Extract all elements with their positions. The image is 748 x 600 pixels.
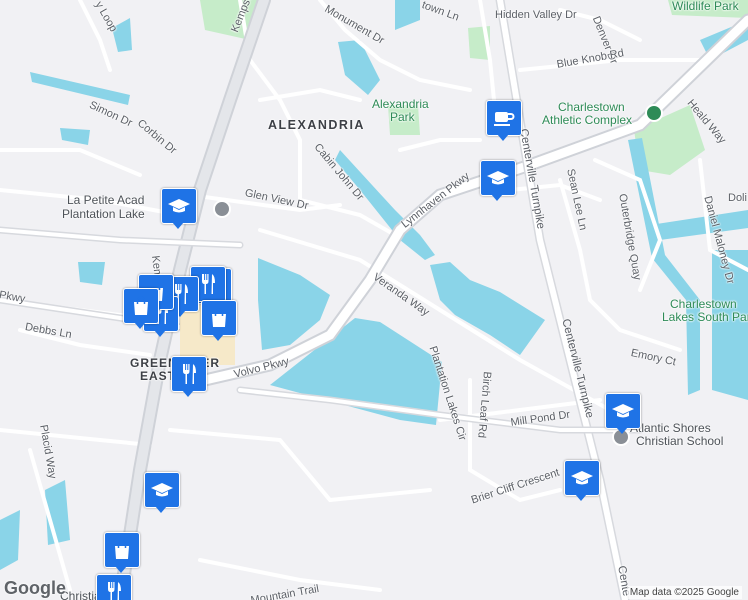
- area-label-alexandria: ALEXANDRIA: [268, 118, 365, 132]
- pin-shopping-2[interactable]: [123, 288, 159, 329]
- shopping-bag-icon: [212, 308, 226, 327]
- pond-sw: [0, 510, 20, 570]
- place-label-alexandria-park-1[interactable]: Alexandria: [372, 98, 429, 110]
- fork-knife-icon: [108, 582, 121, 600]
- canal-simon: [30, 72, 130, 105]
- place-label-christia[interactable]: Christia: [60, 590, 101, 600]
- graduation-cap-icon: [487, 171, 509, 185]
- graduation-cap-icon: [168, 199, 190, 213]
- fork-knife-icon: [183, 364, 196, 384]
- canal-e: [650, 210, 748, 240]
- pin-school-la-petite[interactable]: [161, 188, 197, 229]
- pond-monument: [338, 40, 380, 95]
- place-label-atlantic-shores-2[interactable]: Christian School: [636, 435, 723, 447]
- pin-school-kempsville-south[interactable]: [144, 472, 180, 513]
- pin-restaurant-6[interactable]: [96, 574, 132, 600]
- park-areas: [200, 0, 748, 175]
- google-logo: Google: [4, 578, 66, 598]
- pond-w2: [78, 262, 105, 285]
- place-label-alexandria-park-2[interactable]: Park: [390, 111, 415, 123]
- graduation-cap-icon: [151, 483, 173, 497]
- pin-cafe[interactable]: [486, 100, 522, 141]
- place-label-charlestown-lakes-2[interactable]: Lakes South Par: [662, 311, 748, 323]
- road-label-hidden-valley: Hidden Valley Dr: [495, 9, 577, 21]
- road-label-doli: Doli: [728, 192, 747, 204]
- park-marker-icon[interactable]: [645, 104, 663, 122]
- graduation-cap-icon: [612, 404, 634, 418]
- pin-school-atlantic-shores[interactable]: [605, 393, 641, 434]
- school-marker-icon[interactable]: [213, 200, 231, 218]
- pin-restaurant-5[interactable]: [171, 356, 207, 397]
- shopping-bag-icon: [115, 540, 129, 559]
- shopping-bag-icon: [134, 296, 148, 315]
- pin-shopping-4[interactable]: [104, 532, 140, 573]
- pond-top: [395, 0, 420, 30]
- pin-school-lynnhaven[interactable]: [480, 160, 516, 201]
- pin-shopping-3[interactable]: [201, 300, 237, 341]
- pin-school-centerville[interactable]: [564, 460, 600, 501]
- place-label-charlestown-lakes-1[interactable]: Charlestown: [670, 298, 737, 310]
- map-data-attribution[interactable]: Map data ©2025 Google: [626, 586, 742, 599]
- place-label-charlestown-1[interactable]: Charlestown: [558, 101, 625, 113]
- place-label-atlantic-shores-1[interactable]: Atlantic Shores: [630, 422, 711, 434]
- map-base-layer: [0, 0, 748, 600]
- place-label-la-petite-2[interactable]: Plantation Lake: [62, 208, 145, 220]
- fork-knife-icon: [202, 274, 215, 294]
- graduation-cap-icon: [571, 471, 593, 485]
- pond-w: [60, 128, 90, 145]
- place-label-charlestown-2[interactable]: Athletic Complex: [542, 114, 632, 126]
- major-roads: [0, 0, 748, 600]
- place-label-wildlife-park[interactable]: Wildlife Park: [672, 0, 739, 12]
- map-canvas[interactable]: ALEXANDRIA GREENBRIER EAST Kempsville Rd…: [0, 0, 748, 600]
- minor-roads: [0, 0, 748, 592]
- place-label-la-petite-1[interactable]: La Petite Acad: [67, 194, 144, 206]
- coffee-cup-icon: [494, 112, 515, 126]
